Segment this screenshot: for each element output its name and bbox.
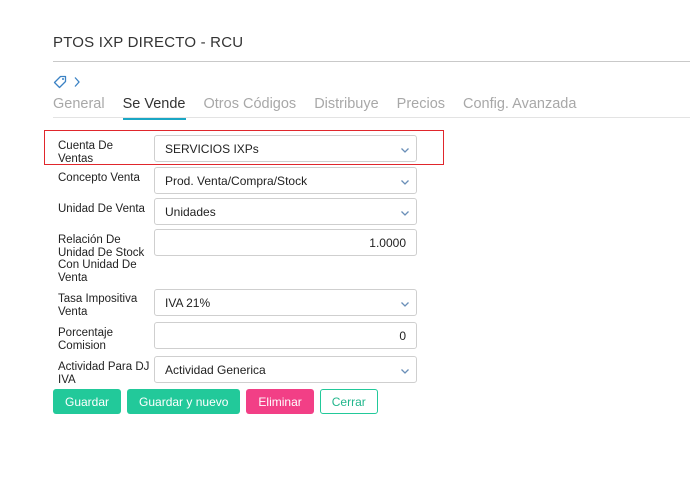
tasa-impositiva-select[interactable]: IVA 21% [154,289,417,316]
cuenta-ventas-select[interactable]: SERVICIOS IXPs [154,135,417,162]
porcentaje-comision-input[interactable]: 0 [154,322,417,349]
eliminar-button[interactable]: Eliminar [246,389,314,414]
porcentaje-comision-value: 0 [399,328,406,343]
cuenta-ventas-label: Cuenta De Ventas [58,140,113,165]
title-divider [53,61,690,62]
concepto-venta-select[interactable]: Prod. Venta/Compra/Stock [154,167,417,194]
tag-icon[interactable] [53,75,67,89]
concepto-venta-value: Prod. Venta/Compra/Stock [165,173,308,188]
action-bar: Guardar Guardar y nuevo Eliminar Cerrar [53,389,378,414]
relacion-unidad-input[interactable]: 1.0000 [154,229,417,256]
guardar-button[interactable]: Guardar [53,389,122,414]
tasa-impositiva-value: IVA 21% [165,295,211,310]
actividad-dj-iva-label: Actividad Para DJ IVA [58,361,150,386]
cuenta-ventas-value: SERVICIOS IXPs [165,141,259,156]
relacion-unidad-label: Relación De Unidad De Stock Con Unidad D… [58,234,145,284]
relacion-unidad-value: 1.0000 [369,235,406,250]
chevron-down-icon [400,144,410,158]
cerrar-button[interactable]: Cerrar [319,389,378,414]
porcentaje-comision-label: Porcentaje Comision [58,327,113,352]
tabs-divider [53,117,690,118]
chevron-down-icon [400,298,410,312]
unidad-venta-select[interactable]: Unidades [154,198,417,225]
unidad-venta-value: Unidades [165,204,216,219]
concepto-venta-label: Concepto Venta [58,172,140,184]
chevron-down-icon [400,207,410,221]
tasa-impositiva-label: Tasa Impositiva Venta [58,293,138,318]
chevron-down-icon [400,176,410,190]
chevron-down-icon [400,365,410,379]
guardar-y-nuevo-button[interactable]: Guardar y nuevo [127,389,241,414]
actividad-dj-iva-select[interactable]: Actividad Generica [154,356,417,383]
page-title: PTOS IXP DIRECTO - RCU [53,34,244,51]
unidad-venta-label: Unidad De Venta [58,203,145,215]
actividad-dj-iva-value: Actividad Generica [165,362,266,377]
breadcrumb [53,73,81,91]
chevron-right-icon [73,76,81,88]
